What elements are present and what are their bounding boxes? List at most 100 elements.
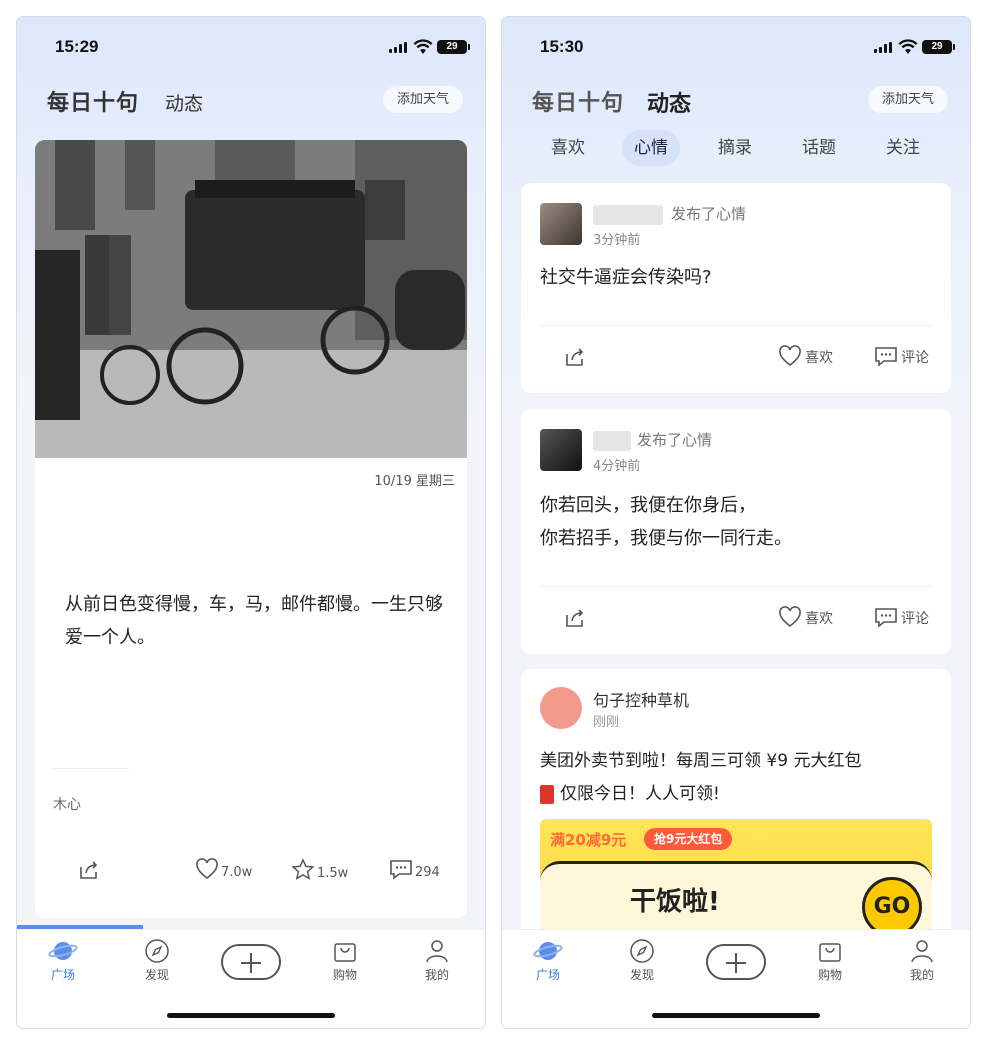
feed-post[interactable]: 发布了心情 3分钟前 社交牛逼症会传染吗? 喜欢 评论 bbox=[521, 183, 951, 393]
post-text-line-2: 你若招手，我便与你一同行走。 bbox=[540, 528, 792, 549]
avatar[interactable] bbox=[540, 203, 582, 245]
section-title[interactable]: 动态 bbox=[165, 89, 203, 116]
daily-quote-card[interactable]: 10/19 星期三 从前日色变得慢，车，马，邮件都慢。一生只够爱一个人。 木心 … bbox=[35, 140, 467, 918]
bottom-tab-bar: 广场 发现 购物 我的 bbox=[502, 929, 970, 1028]
planet-icon bbox=[533, 942, 563, 960]
author-divider bbox=[53, 768, 129, 769]
share-icon bbox=[80, 861, 98, 879]
create-post-button[interactable] bbox=[706, 944, 766, 980]
banner-deal-text: 满20减9元 bbox=[550, 831, 627, 849]
avatar[interactable] bbox=[540, 429, 582, 471]
quote-date: 10/19 星期三 bbox=[374, 474, 455, 489]
post-time: 4分钟前 bbox=[593, 459, 641, 474]
phone-right: 15:30 29 每日十句 动态 添加天气 喜欢 心情 摘录 话题 关注 发布了… bbox=[502, 17, 970, 1028]
post-actions: 喜欢 评论 bbox=[521, 341, 951, 381]
share-button[interactable] bbox=[563, 606, 587, 630]
tab-label: 我的 bbox=[424, 968, 449, 982]
like-button[interactable]: 喜欢 bbox=[777, 345, 833, 367]
shopping-bag-icon bbox=[334, 943, 356, 962]
post-actions: 喜欢 评论 bbox=[521, 602, 951, 642]
post-time: 3分钟前 bbox=[593, 233, 641, 248]
status-time: 15:30 bbox=[540, 37, 584, 56]
share-button[interactable] bbox=[77, 858, 101, 882]
like-button[interactable]: 喜欢 bbox=[777, 606, 833, 628]
compass-icon bbox=[630, 939, 654, 963]
feed-post[interactable]: 发布了心情 4分钟前 你若回头，我便在你身后， 你若招手，我便与你一同行走。 喜… bbox=[521, 409, 951, 654]
tab-discover[interactable]: 发现 bbox=[612, 938, 672, 983]
quote-actions: 7.0w 1.5w 294 bbox=[35, 852, 467, 892]
tab-label: 发现 bbox=[144, 968, 169, 982]
favorite-button[interactable]: 1.5w bbox=[291, 858, 348, 881]
battery-indicator: 29 bbox=[437, 40, 470, 54]
tab-excerpts[interactable]: 摘录 bbox=[705, 130, 765, 166]
promo-banner[interactable]: 满20减9元 抢9元大红包 干饭啦! GO bbox=[540, 819, 932, 939]
like-button[interactable]: 7.0w bbox=[195, 858, 252, 880]
comment-label: 评论 bbox=[901, 350, 929, 366]
create-post-button[interactable] bbox=[221, 944, 281, 980]
banner-grab-button[interactable]: 抢9元大红包 bbox=[644, 828, 733, 850]
tab-shopping[interactable]: 购物 bbox=[315, 938, 375, 983]
share-icon bbox=[566, 348, 584, 366]
post-time: 刚刚 bbox=[593, 715, 620, 730]
promo-text-line-2: 仅限今日！人人可领! bbox=[560, 784, 720, 804]
cellular-signal-icon bbox=[389, 42, 407, 53]
tab-square[interactable]: 广场 bbox=[518, 938, 578, 983]
tab-following[interactable]: 关注 bbox=[873, 130, 933, 166]
wifi-icon bbox=[413, 39, 433, 54]
star-icon bbox=[291, 858, 315, 880]
red-envelope-icon bbox=[540, 784, 554, 804]
tab-shopping[interactable]: 购物 bbox=[800, 938, 860, 983]
quote-text: 从前日色变得慢，车，马，邮件都慢。一生只够爱一个人。 bbox=[65, 594, 443, 648]
tab-topics[interactable]: 话题 bbox=[789, 130, 849, 166]
battery-indicator: 29 bbox=[922, 40, 955, 54]
comment-button[interactable]: 评论 bbox=[873, 606, 929, 628]
comment-button[interactable]: 评论 bbox=[873, 345, 929, 367]
blurred-username bbox=[593, 205, 663, 225]
home-indicator bbox=[167, 1013, 335, 1018]
post-divider bbox=[540, 325, 932, 326]
tab-label: 广场 bbox=[50, 968, 75, 982]
comment-icon bbox=[875, 608, 897, 628]
post-text-line-1: 你若回头，我便在你身后， bbox=[540, 495, 756, 516]
blurred-username bbox=[593, 431, 631, 451]
post-text: 社交牛逼症会传染吗? bbox=[540, 267, 712, 288]
bottom-tab-bar: 广场 发现 购物 我的 bbox=[17, 929, 485, 1028]
avatar[interactable] bbox=[540, 687, 582, 729]
app-header: 每日十句 动态 添加天气 bbox=[502, 85, 970, 121]
home-indicator bbox=[652, 1013, 820, 1018]
tab-likes[interactable]: 喜欢 bbox=[538, 130, 598, 166]
add-weather-button[interactable]: 添加天气 bbox=[867, 86, 948, 113]
promo-text-line-1: 美团外卖节到啦！每周三可领 ¥9 元大红包 bbox=[540, 751, 862, 771]
tab-label: 购物 bbox=[817, 968, 842, 982]
share-button[interactable] bbox=[563, 345, 587, 369]
comment-icon bbox=[875, 347, 897, 367]
comment-button[interactable]: 294 bbox=[389, 858, 440, 880]
tab-mood[interactable]: 心情 bbox=[622, 130, 680, 166]
banner-title: 干饭啦! bbox=[630, 887, 720, 917]
quote-author: 木心 bbox=[53, 797, 81, 813]
tab-label: 购物 bbox=[332, 968, 357, 982]
add-weather-button[interactable]: 添加天气 bbox=[382, 86, 463, 113]
wifi-icon bbox=[898, 39, 918, 54]
section-title[interactable]: 动态 bbox=[647, 86, 691, 118]
like-count: 7.0w bbox=[221, 865, 253, 880]
tab-square[interactable]: 广场 bbox=[33, 938, 93, 983]
promo-post[interactable]: 句子控种草机 刚刚 美团外卖节到啦！每周三可领 ¥9 元大红包 仅限今日！人人可… bbox=[521, 669, 951, 939]
heart-icon bbox=[196, 858, 218, 880]
status-time: 15:29 bbox=[55, 37, 99, 56]
cellular-signal-icon bbox=[874, 42, 892, 53]
tab-me[interactable]: 我的 bbox=[407, 938, 467, 983]
comment-label: 评论 bbox=[901, 611, 929, 627]
quote-photo bbox=[35, 140, 467, 458]
comment-count: 294 bbox=[415, 865, 440, 880]
promo-text-line-2-row: 仅限今日！人人可领! bbox=[540, 780, 720, 808]
app-brand-title: 每日十句 bbox=[532, 90, 625, 116]
tab-me[interactable]: 我的 bbox=[892, 938, 952, 983]
shopping-bag-icon bbox=[819, 943, 841, 962]
status-bar: 15:29 29 bbox=[17, 37, 485, 59]
promo-author-name[interactable]: 句子控种草机 bbox=[593, 687, 689, 711]
banner-go-button[interactable]: GO bbox=[862, 877, 922, 937]
heart-icon bbox=[779, 606, 801, 628]
tab-discover[interactable]: 发现 bbox=[127, 938, 187, 983]
tab-label: 发现 bbox=[629, 968, 654, 982]
